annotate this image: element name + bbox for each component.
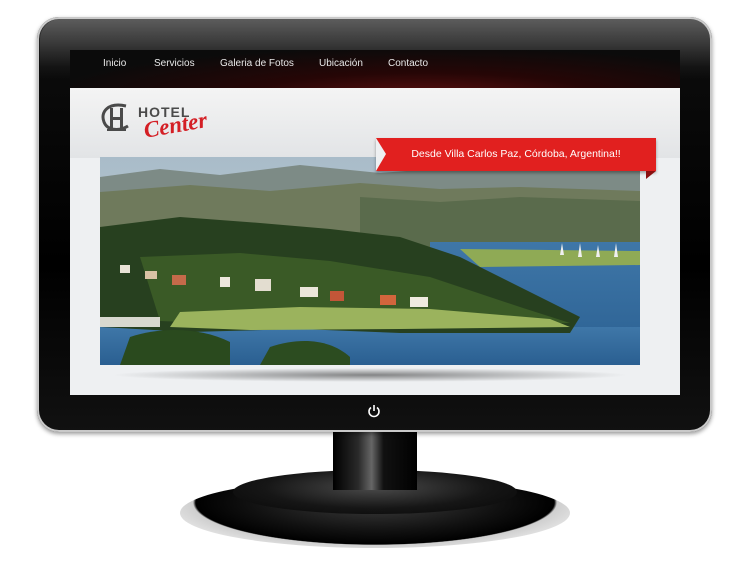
monitor-stand <box>333 432 417 490</box>
nav-item-galeria[interactable]: Galeria de Fotos <box>220 58 294 69</box>
banner-fold <box>646 171 656 179</box>
screen: Inicio Servicios Galeria de Fotos Ubicac… <box>70 50 680 395</box>
hotel-monogram-logo[interactable] <box>98 100 134 136</box>
nav-item-ubicacion[interactable]: Ubicación <box>319 58 363 69</box>
power-icon[interactable] <box>367 404 381 418</box>
photo-shadow <box>110 368 630 382</box>
nav-item-servicios[interactable]: Servicios <box>154 58 195 69</box>
top-navigation: Inicio Servicios Galeria de Fotos Ubicac… <box>70 50 680 88</box>
nav-item-contacto[interactable]: Contacto <box>388 58 428 69</box>
nav-item-inicio[interactable]: Inicio <box>103 58 126 69</box>
banner-text: Desde Villa Carlos Paz, Córdoba, Argenti… <box>411 148 621 160</box>
hero-lake-photo <box>100 157 640 365</box>
